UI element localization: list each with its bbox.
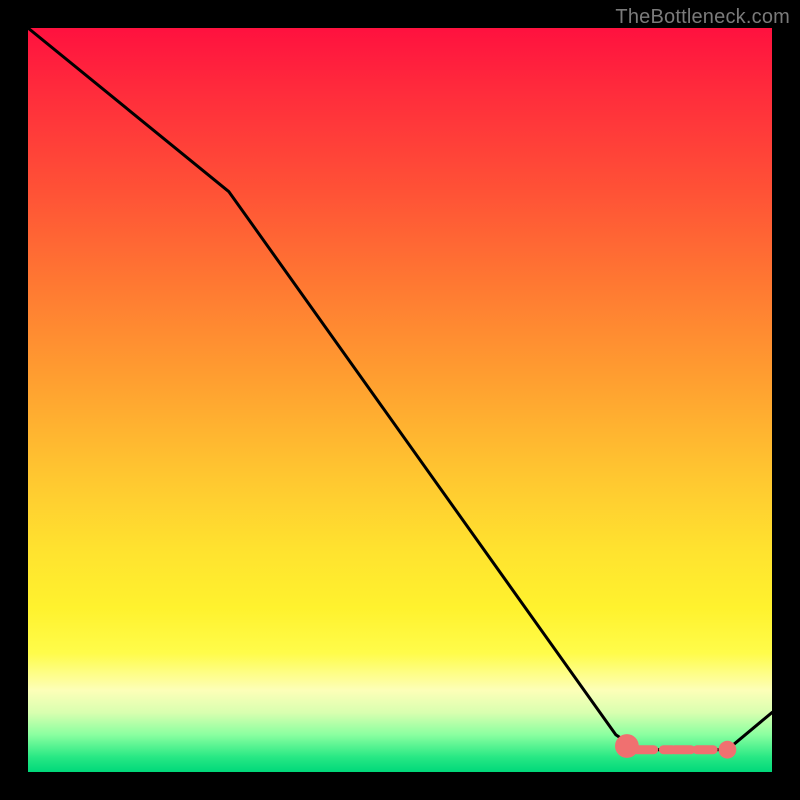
marker-dot-right <box>719 741 737 759</box>
series-layer <box>28 28 772 750</box>
chart-overlay <box>28 28 772 772</box>
marker-layer <box>615 734 736 759</box>
series-curve <box>28 28 772 750</box>
watermark: TheBottleneck.com <box>615 6 790 29</box>
